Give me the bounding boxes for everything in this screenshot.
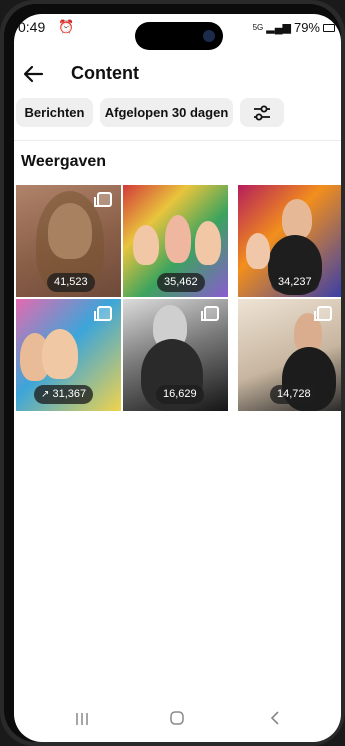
- page-title: Content: [71, 63, 139, 83]
- post-thumbnail[interactable]: 16,629: [123, 299, 228, 411]
- photo-subject: [42, 329, 78, 379]
- status-time: 0:49: [18, 19, 46, 35]
- post-thumbnail[interactable]: 35,462: [123, 185, 228, 297]
- photo-subject: [282, 199, 312, 239]
- view-count-badge: ↗ 31,367: [34, 385, 94, 404]
- section-title: Weergaven: [21, 153, 107, 170]
- back-chevron-icon: [270, 711, 279, 725]
- status-right: 5G ▂▄▆ 79%: [253, 20, 335, 35]
- photo-subject: [246, 233, 270, 269]
- back-button[interactable]: [255, 710, 295, 734]
- carousel-icon: [94, 306, 112, 321]
- photo-subject: [165, 215, 191, 263]
- battery-icon: [323, 23, 335, 32]
- posts-grid: 41,523 35,462 34,237 ↗ 31,367 16,629 14,…: [14, 185, 341, 412]
- photo-subject: [195, 221, 221, 265]
- carousel-icon: [201, 306, 219, 321]
- header: Content: [14, 54, 341, 94]
- view-count-badge: 35,462: [157, 273, 205, 292]
- phone-frame: 0:49 ⏰ 5G ▂▄▆ 79% Content Berichten Afge…: [0, 0, 345, 746]
- view-count: 16,629: [163, 388, 197, 400]
- recent-apps-icon: [76, 713, 88, 725]
- post-thumbnail[interactable]: 41,523: [16, 185, 121, 297]
- phone-bezel: 0:49 ⏰ 5G ▂▄▆ 79% Content Berichten Afge…: [4, 4, 341, 742]
- status-bar: 0:49 ⏰ 5G ▂▄▆ 79%: [14, 14, 341, 50]
- system-navigation-bar: [14, 704, 341, 740]
- date-range-filter-button[interactable]: Afgelopen 30 dagen: [100, 98, 233, 127]
- carousel-icon: [94, 192, 112, 207]
- signal-icon: ▂▄▆: [266, 22, 291, 34]
- filter-bar: Berichten Afgelopen 30 dagen: [14, 98, 341, 128]
- photo-subject: [133, 225, 159, 265]
- network-label: 5G: [252, 23, 264, 32]
- sliders-icon: [254, 105, 270, 121]
- view-count: 41,523: [54, 276, 88, 288]
- content-type-filter-button[interactable]: Berichten: [16, 98, 93, 127]
- view-count: 14,728: [277, 388, 311, 400]
- view-count: 34,237: [278, 276, 312, 288]
- post-thumbnail[interactable]: 14,728: [238, 299, 341, 411]
- camera-icon: [203, 30, 215, 42]
- view-count-badge: 16,629: [156, 385, 204, 404]
- post-thumbnail[interactable]: ↗ 31,367: [16, 299, 121, 411]
- view-count-badge: 14,728: [270, 385, 318, 404]
- alarm-icon: ⏰: [58, 19, 75, 34]
- camera-notch: [135, 22, 223, 50]
- view-count-badge: 41,523: [47, 273, 95, 292]
- battery-percent: 79%: [293, 20, 320, 35]
- home-button[interactable]: [157, 710, 197, 734]
- divider: [14, 140, 341, 141]
- filter-settings-button[interactable]: [240, 98, 284, 127]
- post-thumbnail[interactable]: 34,237: [238, 185, 341, 297]
- recent-apps-button[interactable]: [62, 710, 102, 734]
- view-count: 35,462: [164, 276, 198, 288]
- screen: 0:49 ⏰ 5G ▂▄▆ 79% Content Berichten Afge…: [14, 14, 341, 742]
- view-count-badge: 34,237: [271, 273, 319, 292]
- home-icon: [170, 711, 184, 725]
- carousel-icon: [314, 306, 332, 321]
- view-count: 31,367: [52, 388, 87, 400]
- back-arrow-icon[interactable]: [20, 60, 48, 88]
- trending-icon: ↗: [41, 389, 50, 400]
